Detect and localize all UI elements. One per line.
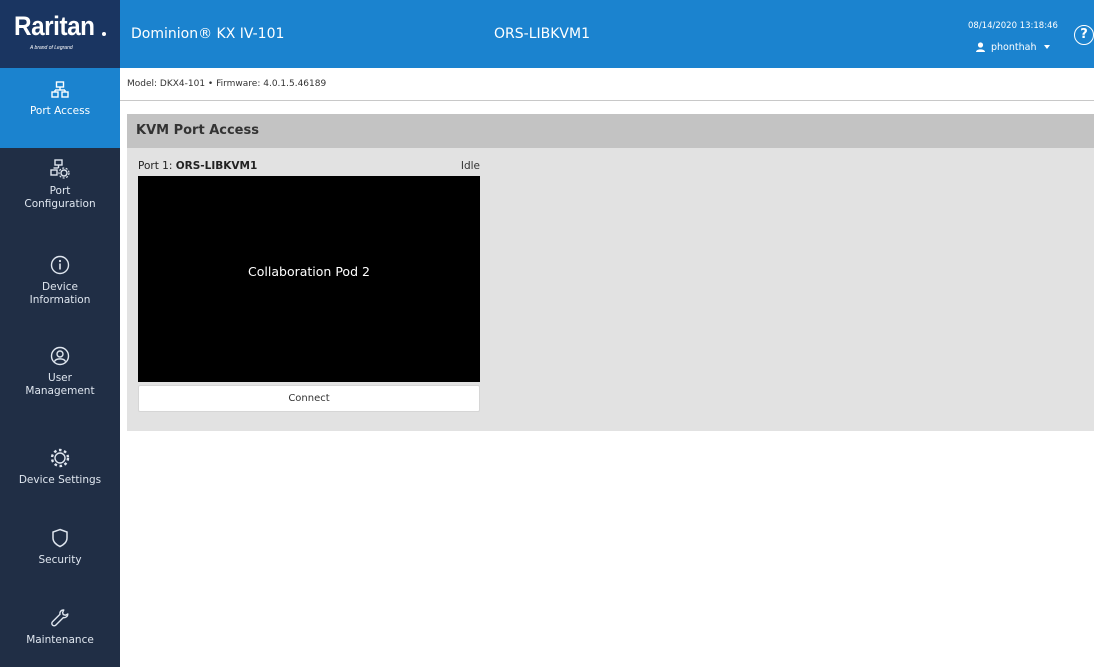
- sidebar-item-port-configuration[interactable]: Port Configuration: [0, 159, 120, 239]
- logo-tagline: A brand of Legrand: [30, 45, 73, 51]
- sidebar-nav: Port Access Port Configuration Device In…: [0, 68, 120, 667]
- preview-label: Collaboration Pod 2: [248, 264, 370, 279]
- sidebar-item-label: Device Information: [29, 281, 91, 306]
- user-menu[interactable]: phonthah: [976, 40, 1051, 54]
- app-window: Raritan A brand of Legrand Dominion® KX …: [0, 0, 1094, 667]
- device-meta-bar: Model: DKX4-101 • Firmware: 4.0.1.5.4618…: [120, 68, 1094, 101]
- connect-button[interactable]: Connect: [138, 385, 480, 412]
- username: phonthah: [991, 41, 1037, 53]
- sidebar-item-port-access[interactable]: Port Access: [0, 68, 120, 148]
- model-firmware-info: Model: DKX4-101 • Firmware: 4.0.1.5.4618…: [127, 79, 327, 89]
- panel-title: KVM Port Access: [136, 123, 259, 138]
- port-name: ORS-LIBKVM1: [175, 160, 258, 172]
- sidebar-item-device-information[interactable]: Device Information: [0, 255, 120, 335]
- sidebar-item-security[interactable]: Security: [0, 528, 120, 578]
- sidebar-item-maintenance[interactable]: Maintenance: [0, 608, 120, 658]
- wrench-icon: [51, 609, 69, 627]
- user-circle-icon: [50, 346, 70, 366]
- port-status: Idle: [460, 160, 480, 172]
- logo-text: Raritan: [14, 11, 95, 41]
- product-name: Dominion® KX IV-101: [131, 26, 285, 42]
- sidebar-item-label: Port Access: [29, 105, 91, 117]
- caret-down-icon: [1044, 45, 1051, 49]
- panel-header: KVM Port Access: [127, 114, 1094, 148]
- logo-dot: [102, 32, 106, 36]
- top-header: Raritan A brand of Legrand Dominion® KX …: [0, 0, 1094, 68]
- help-button[interactable]: ?: [1074, 25, 1094, 45]
- user-icon: [976, 42, 985, 52]
- gear-icon: [50, 448, 70, 468]
- info-icon: [50, 255, 70, 275]
- sidebar-item-label: Device Settings: [18, 474, 102, 486]
- sidebar-item-label: Port Configuration: [24, 185, 96, 210]
- sidebar-item-user-management[interactable]: User Management: [0, 346, 120, 426]
- device-name: ORS-LIBKVM1: [494, 26, 590, 42]
- network-icon: [51, 81, 69, 98]
- sidebar-item-device-settings[interactable]: Device Settings: [0, 448, 120, 498]
- brand-logo[interactable]: Raritan A brand of Legrand: [0, 0, 120, 68]
- port-prefix: Port 1:: [138, 160, 176, 172]
- sidebar-item-label: Maintenance: [26, 634, 94, 646]
- sidebar-item-label: User Management: [25, 372, 95, 397]
- port-config-icon: [50, 159, 70, 179]
- sidebar-item-label: Security: [38, 554, 82, 566]
- current-datetime: 08/14/2020 13:18:46: [968, 21, 1058, 31]
- port-preview-thumbnail[interactable]: Collaboration Pod 2: [138, 176, 480, 382]
- shield-icon: [52, 528, 68, 548]
- port-label: Port 1: ORS-LIBKVM1: [138, 160, 257, 172]
